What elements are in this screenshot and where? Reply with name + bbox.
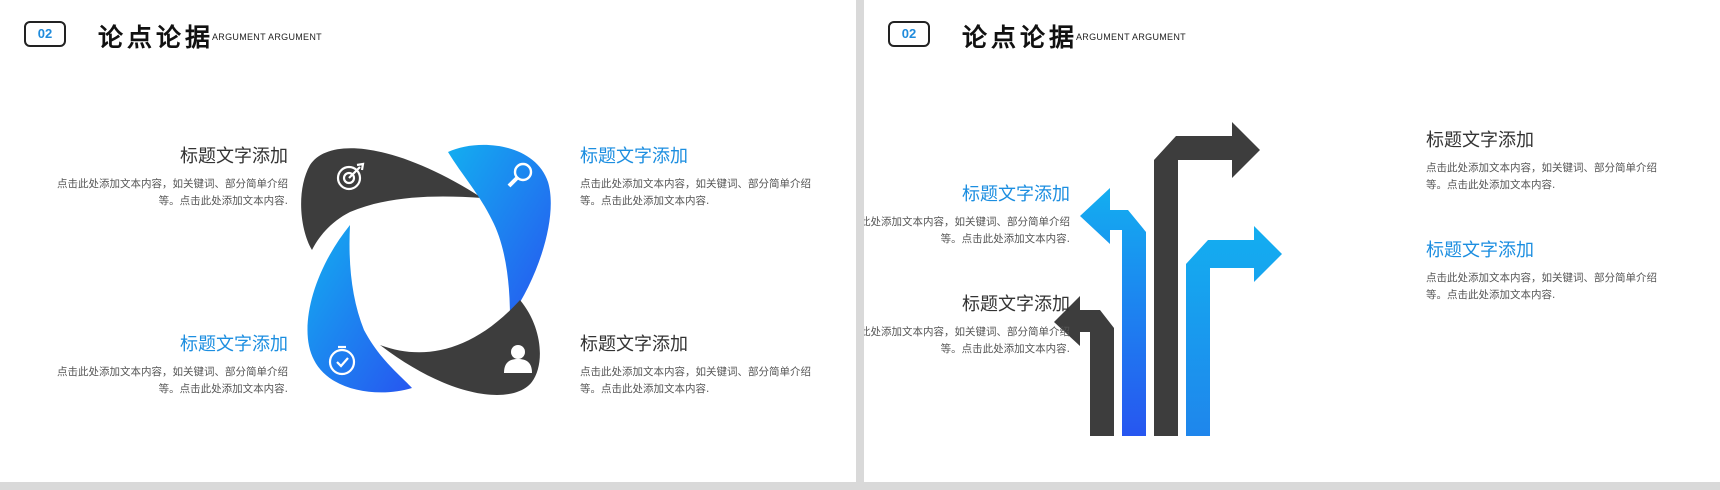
item-upper-left: 标题文字添加 点击此处添加文本内容，如关键词、部分简单介绍等。点击此处添加文本内… [864,180,1070,248]
petal-diagram [301,144,551,395]
item-bottom-right: 标题文字添加 点击此处添加文本内容，如关键词、部分简单介绍等。点击此处添加文本内… [580,330,820,398]
item-lower-left: 标题文字添加 点击此处添加文本内容，如关键词、部分简单介绍等。点击此处添加文本内… [864,290,1070,358]
item-description: 点击此处添加文本内容，如关键词、部分简单介绍等。点击此处添加文本内容. [1426,272,1657,301]
item-top-left: 标题文字添加 点击此处添加文本内容，如关键词、部分简单介绍等。点击此处添加文本内… [48,142,288,210]
item-title: 标题文字添加 [1426,240,1534,261]
item-title: 标题文字添加 [1426,130,1534,151]
item-description: 点击此处添加文本内容，如关键词、部分简单介绍等。点击此处添加文本内容. [1426,162,1657,191]
item-title: 标题文字添加 [580,334,688,355]
item-description: 点击此处添加文本内容，如关键词、部分简单介绍等。点击此处添加文本内容. [57,178,288,207]
item-lower-right: 标题文字添加 点击此处添加文本内容，如关键词、部分简单介绍等。点击此处添加文本内… [1426,236,1666,304]
item-title: 标题文字添加 [180,146,288,167]
item-description: 点击此处添加文本内容，如关键词、部分简单介绍等。点击此处添加文本内容. [580,178,811,207]
item-title: 标题文字添加 [962,294,1070,315]
item-title: 标题文字添加 [962,184,1070,205]
item-bottom-left: 标题文字添加 点击此处添加文本内容，如关键词、部分简单介绍等。点击此处添加文本内… [48,330,288,398]
arrow-right-mid [1186,226,1282,436]
item-title: 标题文字添加 [580,146,688,167]
item-upper-right: 标题文字添加 点击此处添加文本内容，如关键词、部分简单介绍等。点击此处添加文本内… [1426,126,1666,194]
slide-left: 02 论点论据 ARGUMENT ARGUMENT 标题文字添加 点击此处添加文… [0,0,856,482]
petal-bottom-left [307,225,412,393]
petal-top-left [301,148,482,250]
slide-right: 02 论点论据 ARGUMENT ARGUMENT 标题文字添加 点击此处添加文… [864,0,1720,482]
item-description: 点击此处添加文本内容，如关键词、部分简单介绍等。点击此处添加文本内容. [580,366,811,395]
petal-top-right [448,144,551,318]
item-description: 点击此处添加文本内容，如关键词、部分简单介绍等。点击此处添加文本内容. [864,216,1070,245]
item-description: 点击此处添加文本内容，如关键词、部分简单介绍等。点击此处添加文本内容. [57,366,288,395]
item-description: 点击此处添加文本内容，如关键词、部分简单介绍等。点击此处添加文本内容. [864,326,1070,355]
item-title: 标题文字添加 [180,334,288,355]
item-top-right: 标题文字添加 点击此处添加文本内容，如关键词、部分简单介绍等。点击此处添加文本内… [580,142,820,210]
